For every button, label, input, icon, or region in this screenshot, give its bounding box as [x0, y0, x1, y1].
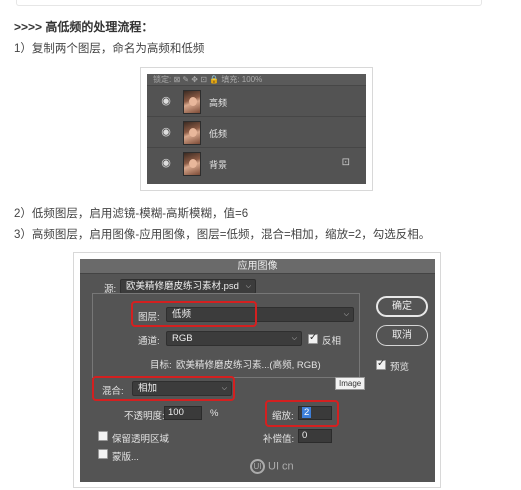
source-select[interactable]: 欧美精修磨皮练习素材.psd ⌵ [120, 279, 256, 294]
target-label: 目标: [150, 360, 172, 371]
offset-label: 补偿值: [263, 434, 295, 445]
step-2-text: 2）低频图层，启用滤镜-模糊-高斯模糊，值=6 [14, 208, 249, 220]
watermark-logo: UI [250, 459, 265, 474]
layer-thumbnail [183, 121, 201, 145]
invert-label: 反相 [322, 336, 342, 347]
blend-highlight-box [92, 376, 235, 401]
watermark-text: UI cn [268, 460, 294, 473]
preserve-transparency-label: 保留透明区域 [112, 434, 170, 445]
opacity-input[interactable]: 100 [164, 406, 202, 420]
layer-row-background[interactable]: ◉ 背景 ⊡ [147, 149, 366, 179]
preview-label: 预览 [390, 362, 410, 373]
step-1-text: 1）复制两个图层，命名为高频和低频 [14, 43, 205, 55]
mask-label[interactable]: 蒙版... [112, 449, 139, 463]
eye-icon[interactable]: ◉ [159, 157, 173, 169]
channel-label: 通道: [138, 336, 160, 347]
layers-panel-figure: 锁定: ⊠ ✎ ✥ ⊡ 🔒 填充: 100% ◉ 高频 ◉ 低频 ◉ 背景 ⊡ [140, 67, 373, 191]
layer-thumbnail [183, 152, 201, 176]
step-3-text: 3）高频图层，启用图像-应用图像，图层=低频，混合=相加，缩放=2，勾选反相。 [14, 229, 431, 241]
lock-bar: 锁定: ⊠ ✎ ✥ ⊡ 🔒 填充: 100% [147, 74, 366, 86]
source-value: 欧美精修磨皮练习素材.psd [126, 281, 239, 292]
cancel-button[interactable]: 取消 [376, 325, 428, 346]
target-value: 欧美精修磨皮练习素...(高频, RGB) [176, 360, 321, 371]
layer-highlight-box [131, 301, 257, 327]
mask-checkbox[interactable] [98, 449, 108, 459]
section-heading: >>>> 高低频的处理流程： [14, 20, 154, 34]
apply-image-dialog: 应用图像 源: 欧美精修磨皮练习素材.psd ⌵ 图层: 低频 ⌵ 通道: RG… [80, 259, 435, 482]
layer-row-low-freq[interactable]: ◉ 低频 [147, 118, 366, 148]
offset-input[interactable]: 0 [298, 429, 332, 443]
previous-content-frame [16, 0, 482, 6]
dialog-title: 应用图像 [80, 259, 435, 274]
scale-highlight-box [265, 400, 339, 427]
watermark: UI UI cn [250, 459, 294, 474]
opacity-unit: % [210, 408, 219, 419]
invert-checkbox[interactable] [308, 332, 318, 344]
lock-icon: ⊡ [341, 157, 350, 168]
layers-panel: 锁定: ⊠ ✎ ✥ ⊡ 🔒 填充: 100% ◉ 高频 ◉ 低频 ◉ 背景 ⊡ [147, 74, 366, 184]
preview-checkbox[interactable] [376, 358, 386, 370]
preserve-transparency-checkbox[interactable] [98, 431, 108, 441]
opacity-label: 不透明度: [124, 411, 165, 422]
ok-button[interactable]: 确定 [376, 296, 428, 317]
channel-select[interactable]: RGB ⌵ [166, 331, 302, 346]
layer-row-high-freq[interactable]: ◉ 高频 [147, 87, 366, 117]
channel-value: RGB [172, 333, 193, 344]
layer-name: 高频 [209, 98, 228, 108]
layer-thumbnail [183, 90, 201, 114]
chevron-down-icon: ⌵ [245, 283, 251, 290]
tooltip: Image [335, 377, 366, 390]
eye-icon[interactable]: ◉ [159, 95, 173, 107]
apply-image-figure: 应用图像 源: 欧美精修磨皮练习素材.psd ⌵ 图层: 低频 ⌵ 通道: RG… [73, 252, 441, 488]
eye-icon[interactable]: ◉ [159, 126, 173, 138]
chevron-down-icon: ⌵ [291, 335, 297, 342]
layer-name: 背景 [209, 160, 228, 170]
layer-name: 低频 [209, 129, 228, 139]
chevron-down-icon: ⌵ [343, 311, 349, 318]
